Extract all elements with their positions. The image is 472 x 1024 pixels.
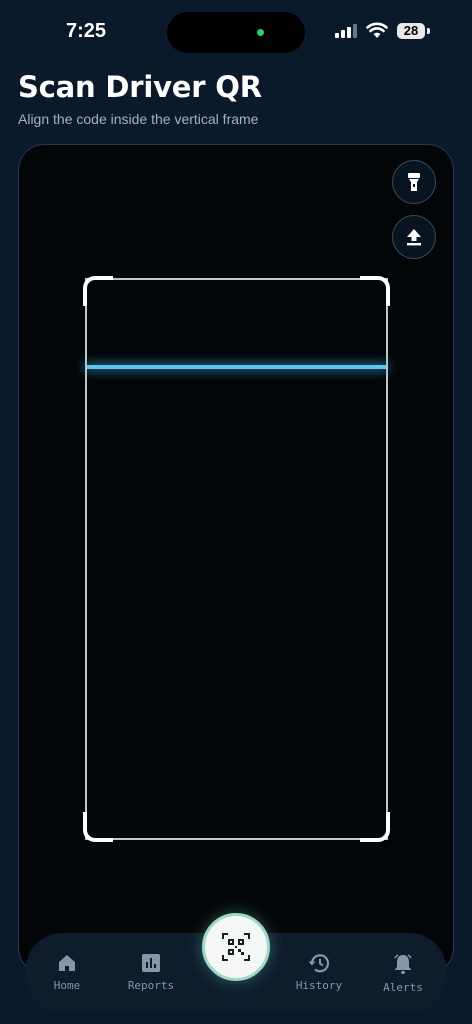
wifi-icon bbox=[366, 22, 388, 38]
home-icon bbox=[59, 955, 75, 971]
nav-label-home: Home bbox=[53, 979, 81, 992]
scan-frame bbox=[85, 278, 388, 840]
nav-label-history: History bbox=[295, 979, 343, 992]
history-icon bbox=[308, 954, 330, 973]
flashlight-icon bbox=[408, 173, 420, 191]
status-time: 7:25 bbox=[66, 20, 107, 42]
dynamic-island bbox=[167, 12, 305, 53]
scan-line bbox=[87, 365, 386, 369]
battery-cap bbox=[427, 28, 430, 34]
scan-qr-button[interactable] bbox=[202, 913, 270, 981]
upload-icon bbox=[407, 229, 421, 246]
nav-item-home[interactable]: Home bbox=[32, 953, 102, 992]
page-subtitle: Align the code inside the vertical frame bbox=[18, 111, 259, 127]
scan-frame-corner-bottom-right bbox=[360, 812, 390, 842]
reports-icon bbox=[142, 954, 160, 972]
nav-item-reports[interactable]: Reports bbox=[116, 953, 186, 992]
page-title: Scan Driver QR bbox=[18, 70, 262, 104]
nav-item-history[interactable]: History bbox=[284, 953, 354, 992]
bell-icon bbox=[394, 954, 412, 974]
battery-indicator: 28 bbox=[397, 23, 425, 39]
nav-item-alerts[interactable]: Alerts bbox=[368, 953, 438, 994]
qr-code-icon bbox=[222, 933, 250, 961]
flashlight-button[interactable] bbox=[392, 160, 436, 204]
cellular-signal-icon bbox=[335, 24, 357, 38]
nav-label-alerts: Alerts bbox=[383, 981, 423, 994]
nav-label-reports: Reports bbox=[127, 979, 175, 992]
scan-frame-corner-bottom-left bbox=[83, 812, 113, 842]
upload-image-button[interactable] bbox=[392, 215, 436, 259]
scan-frame-corner-top-left bbox=[83, 276, 113, 306]
scan-frame-corner-top-right bbox=[360, 276, 390, 306]
camera-indicator-dot bbox=[257, 29, 264, 36]
